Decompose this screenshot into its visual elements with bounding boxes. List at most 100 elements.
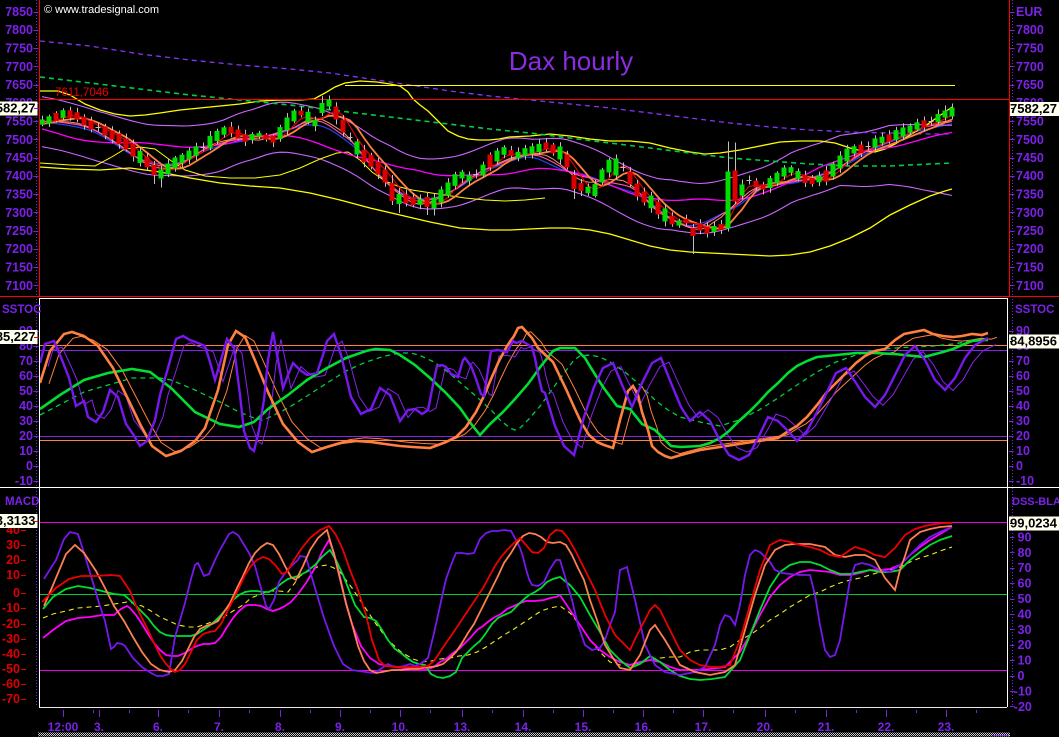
svg-text:-20: -20: [2, 617, 20, 631]
svg-text:60: 60: [19, 369, 33, 383]
svg-text:-30: -30: [2, 632, 20, 646]
svg-text:30: 30: [6, 538, 20, 552]
svg-text:30: 30: [19, 414, 33, 428]
svg-text:7611,7046: 7611,7046: [55, 87, 109, 99]
svg-text:7350: 7350: [5, 188, 33, 202]
svg-text:7250: 7250: [1016, 224, 1044, 238]
svg-text:30: 30: [1016, 414, 1030, 428]
svg-text:7100: 7100: [5, 279, 33, 293]
svg-text:-10: -10: [1014, 684, 1032, 698]
svg-text:50: 50: [1018, 592, 1032, 606]
svg-text:84,8956: 84,8956: [1010, 334, 1057, 349]
svg-text:7750: 7750: [1016, 42, 1044, 56]
svg-text:7450: 7450: [5, 151, 33, 165]
svg-text:7650: 7650: [1016, 78, 1044, 92]
svg-text:582,27: 582,27: [0, 101, 36, 116]
svg-text:7400: 7400: [1016, 169, 1044, 183]
svg-text:0: 0: [26, 459, 33, 473]
svg-text:-10: -10: [2, 601, 20, 615]
svg-text:7100: 7100: [1016, 279, 1044, 293]
svg-text:60: 60: [1016, 369, 1030, 383]
svg-text:14.: 14.: [515, 720, 532, 734]
svg-text:7400: 7400: [5, 169, 33, 183]
svg-text:SSTOC: SSTOC: [2, 304, 41, 316]
svg-text:7.: 7.: [214, 720, 224, 734]
svg-text:17.: 17.: [695, 720, 712, 734]
svg-text:9.: 9.: [335, 720, 345, 734]
svg-text:7200: 7200: [1016, 242, 1044, 256]
svg-text:20.: 20.: [757, 720, 774, 734]
svg-text:40: 40: [1016, 399, 1030, 413]
svg-text:70: 70: [1016, 354, 1030, 368]
svg-text:10: 10: [19, 444, 33, 458]
svg-text:7700: 7700: [5, 60, 33, 74]
svg-text:7550: 7550: [1016, 115, 1044, 129]
svg-text:-70: -70: [2, 692, 20, 706]
svg-text:20: 20: [6, 553, 20, 567]
svg-text:EUR: EUR: [1016, 5, 1042, 19]
svg-text:16.: 16.: [635, 720, 652, 734]
svg-text:7850: 7850: [5, 5, 33, 19]
svg-text:SSTOC: SSTOC: [1015, 304, 1054, 316]
svg-text:-20: -20: [1014, 700, 1032, 714]
svg-text:MACD: MACD: [5, 496, 40, 508]
svg-text:7500: 7500: [5, 133, 33, 147]
svg-text:© www.tradesignal.com: © www.tradesignal.com: [44, 4, 159, 16]
svg-text:7650: 7650: [5, 78, 33, 92]
svg-text:13.: 13.: [454, 720, 471, 734]
svg-text:-10: -10: [15, 474, 33, 488]
svg-text:7550: 7550: [5, 115, 33, 129]
svg-text:0: 0: [1018, 669, 1025, 683]
svg-text:85,227: 85,227: [0, 329, 36, 344]
svg-text:7800: 7800: [5, 23, 33, 37]
svg-text:40: 40: [1018, 607, 1032, 621]
svg-text:3,3133: 3,3133: [0, 513, 36, 528]
svg-text:8.: 8.: [275, 720, 285, 734]
svg-text:7200: 7200: [5, 242, 33, 256]
svg-text:0: 0: [1016, 459, 1023, 473]
svg-text:6.: 6.: [153, 720, 163, 734]
svg-text:70: 70: [19, 354, 33, 368]
svg-text:10: 10: [6, 568, 20, 582]
svg-text:30: 30: [1018, 623, 1032, 637]
svg-text:0: 0: [13, 586, 20, 600]
svg-text:20: 20: [1016, 429, 1030, 443]
svg-text:DSS-BLA: DSS-BLA: [1012, 496, 1059, 508]
svg-text:7150: 7150: [5, 261, 33, 275]
svg-text:22.: 22.: [878, 720, 895, 734]
svg-text:10: 10: [1016, 444, 1030, 458]
svg-text:7500: 7500: [1016, 133, 1044, 147]
svg-text:60: 60: [1018, 577, 1032, 591]
svg-text:3.: 3.: [94, 720, 104, 734]
svg-text:Dax hourly: Dax hourly: [509, 46, 633, 76]
svg-text:-10: -10: [1016, 474, 1034, 488]
svg-text:20: 20: [19, 429, 33, 443]
svg-text:7700: 7700: [1016, 60, 1044, 74]
svg-text:7582,27: 7582,27: [1010, 101, 1057, 116]
svg-text:12:00: 12:00: [48, 720, 79, 734]
svg-text:90: 90: [1018, 530, 1032, 544]
svg-text:20: 20: [1018, 638, 1032, 652]
svg-text:15.: 15.: [575, 720, 592, 734]
svg-text:-40: -40: [2, 647, 20, 661]
svg-text:7300: 7300: [5, 206, 33, 220]
svg-text:50: 50: [19, 384, 33, 398]
svg-text:10.: 10.: [392, 720, 409, 734]
svg-text:7150: 7150: [1016, 261, 1044, 275]
svg-text:10: 10: [1018, 654, 1032, 668]
svg-text:7800: 7800: [1016, 23, 1044, 37]
svg-text:40: 40: [19, 399, 33, 413]
svg-text:99,0234: 99,0234: [1010, 516, 1058, 531]
svg-text:70: 70: [1018, 561, 1032, 575]
svg-text:7250: 7250: [5, 224, 33, 238]
svg-text:50: 50: [1016, 384, 1030, 398]
svg-text:80: 80: [1018, 546, 1032, 560]
svg-text:7350: 7350: [1016, 188, 1044, 202]
svg-text:-60: -60: [2, 677, 20, 691]
svg-text:-50: -50: [2, 662, 20, 676]
svg-text:7450: 7450: [1016, 151, 1044, 165]
svg-text:7300: 7300: [1016, 206, 1044, 220]
svg-text:7750: 7750: [5, 42, 33, 56]
svg-text:21.: 21.: [818, 720, 835, 734]
svg-text:23.: 23.: [938, 720, 955, 734]
